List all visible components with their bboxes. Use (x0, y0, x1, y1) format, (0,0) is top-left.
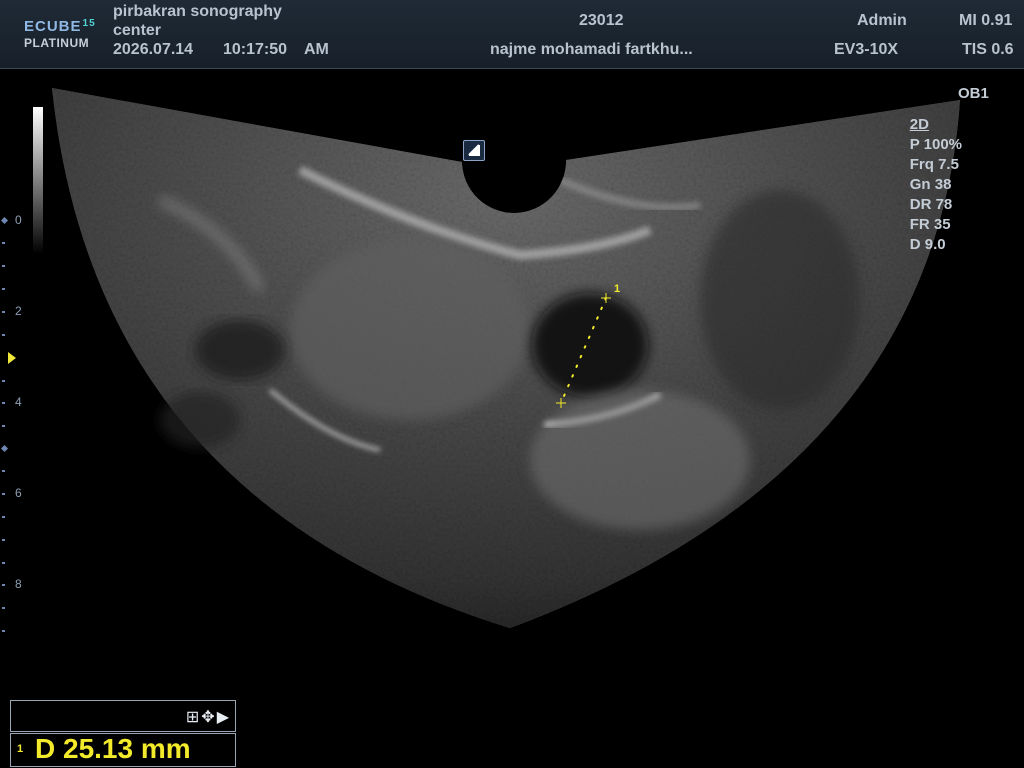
depth-tick (2, 265, 5, 267)
move-icon[interactable]: ✥ (201, 709, 216, 726)
exam-time: 10:17:50 (223, 41, 288, 58)
patient-id: 23012 (579, 12, 624, 29)
depth-tick (2, 242, 5, 244)
header-bar: ECUBE15 PLATINUM pirbakran sonography ce… (0, 0, 1024, 69)
depth-tick (2, 402, 5, 404)
patient-name: najme mohamadi fartkhu... (490, 41, 693, 58)
depth-tick (2, 630, 5, 632)
gain-value: Gn 38 (909, 176, 952, 193)
result-value: D 25.13 mm (35, 733, 191, 764)
preset-label: OB1 (958, 85, 989, 102)
dynamic-range-value: DR 78 (909, 196, 953, 213)
exam-ampm: AM (304, 41, 329, 58)
ultrasound-image[interactable]: 1 (0, 69, 1024, 768)
grid-icon[interactable]: ⊞ (186, 709, 201, 726)
exam-date: 2026.07.14 (113, 41, 194, 58)
measurement-result: 1 D 25.13 mm (10, 733, 236, 767)
center-name-cont: center (113, 22, 162, 39)
depth-label-4: 4 (15, 395, 22, 409)
depth-label-6: 6 (15, 486, 22, 500)
measurement-toolbar[interactable]: ⊞✥▶ (10, 700, 236, 732)
depth-tick (2, 425, 5, 427)
play-icon[interactable]: ▶ (217, 709, 231, 726)
depth-tick (2, 607, 5, 609)
user-name: Admin (857, 12, 907, 29)
frame-rate-value: FR 35 (909, 216, 951, 233)
mode-label: 2D (909, 116, 929, 133)
depth-tick (2, 516, 5, 518)
depth-label-0: 0 (15, 213, 22, 227)
orientation-marker-icon[interactable] (463, 140, 485, 161)
focus-marker-icon[interactable] (8, 352, 16, 364)
grayscale-bar (33, 107, 43, 254)
depth-label-2: 2 (15, 304, 22, 318)
depth-tick (2, 584, 5, 586)
logo-subtext: PLATINUM (24, 36, 90, 50)
result-index: 1 (17, 743, 24, 755)
mi-index: MI 0.91 (959, 12, 1013, 29)
depth-tick (2, 288, 5, 290)
imaging-parameters: 2D P 100% Frq 7.5 Gn 38 DR 78 FR 35 D 9.… (910, 115, 962, 255)
ecube-logo: ECUBE15 PLATINUM (24, 14, 104, 54)
center-name: pirbakran sonography (113, 3, 282, 20)
depth-tick (2, 493, 5, 495)
depth-tick (2, 380, 5, 382)
logo-text: ECUBE (24, 18, 82, 35)
power-value: P 100% (909, 136, 962, 153)
depth-tick (2, 311, 5, 313)
depth-tick (2, 470, 5, 472)
caliper-label: 1 (614, 283, 620, 295)
logo-number: 15 (82, 18, 96, 29)
depth-label-8: 8 (15, 577, 22, 591)
depth-tick (2, 334, 5, 336)
probe-name: EV3-10X (834, 41, 899, 58)
frequency-value: Frq 7.5 (909, 156, 959, 173)
depth-tick (2, 539, 5, 541)
depth-value: D 9.0 (909, 236, 946, 253)
tis-index: TIS 0.6 (962, 41, 1014, 58)
depth-tick (2, 562, 5, 564)
